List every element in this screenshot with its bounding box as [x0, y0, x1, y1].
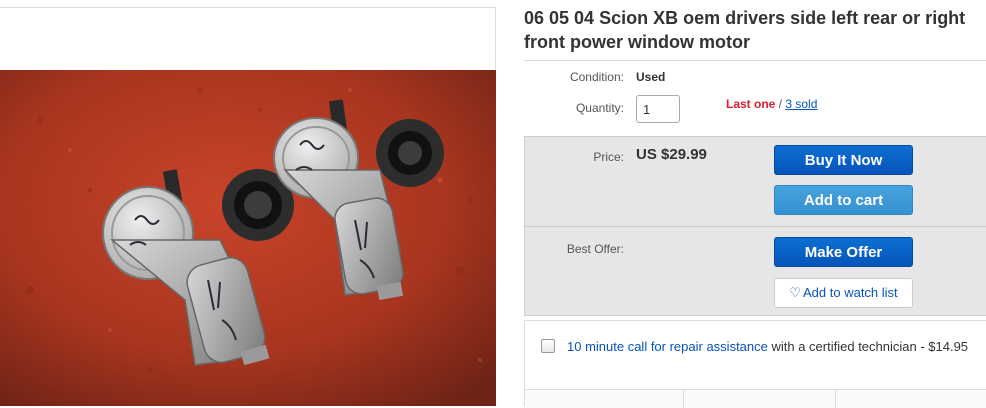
title-divider [524, 60, 986, 61]
condition-value: Used [636, 70, 666, 84]
price-value: US $29.99 [636, 146, 707, 163]
watch-label: Add to watch list [803, 285, 898, 300]
make-offer-button[interactable]: Make Offer [774, 237, 913, 267]
addon-detail: with a certified technician - $14.95 [767, 339, 969, 354]
sold-count-link[interactable]: 3 sold [785, 97, 817, 111]
addon-footer-row [525, 389, 986, 408]
listing-title: 06 05 04 Scion XB oem drivers side left … [524, 8, 966, 52]
heart-icon: ♡ [789, 285, 801, 300]
last-one-text: Last one [726, 97, 776, 111]
price-label: Price: [593, 150, 624, 164]
add-to-cart-button[interactable]: Add to cart [774, 185, 913, 215]
product-photo[interactable] [0, 70, 496, 406]
footer-cell-divider [683, 390, 684, 408]
quantity-label: Quantity: [575, 101, 624, 115]
footer-cell-divider [835, 390, 836, 408]
buy-it-now-button[interactable]: Buy It Now [774, 145, 913, 175]
addon-service-box [524, 320, 986, 408]
availability-separator: / [775, 97, 786, 111]
availability: Last one / 3 sold [726, 97, 817, 111]
quantity-input[interactable] [636, 95, 680, 123]
best-offer-label: Best Offer: [566, 242, 624, 256]
checkbox-icon[interactable] [541, 339, 555, 353]
addon-service-link[interactable]: 10 minute call for repair assistance [567, 339, 768, 354]
condition-label: Condition: [569, 70, 624, 84]
price-box-divider [525, 226, 986, 227]
add-to-watch-list-button[interactable]: ♡ Add to watch list [774, 278, 913, 308]
addon-description: 10 minute call for repair assistance wit… [567, 338, 972, 355]
